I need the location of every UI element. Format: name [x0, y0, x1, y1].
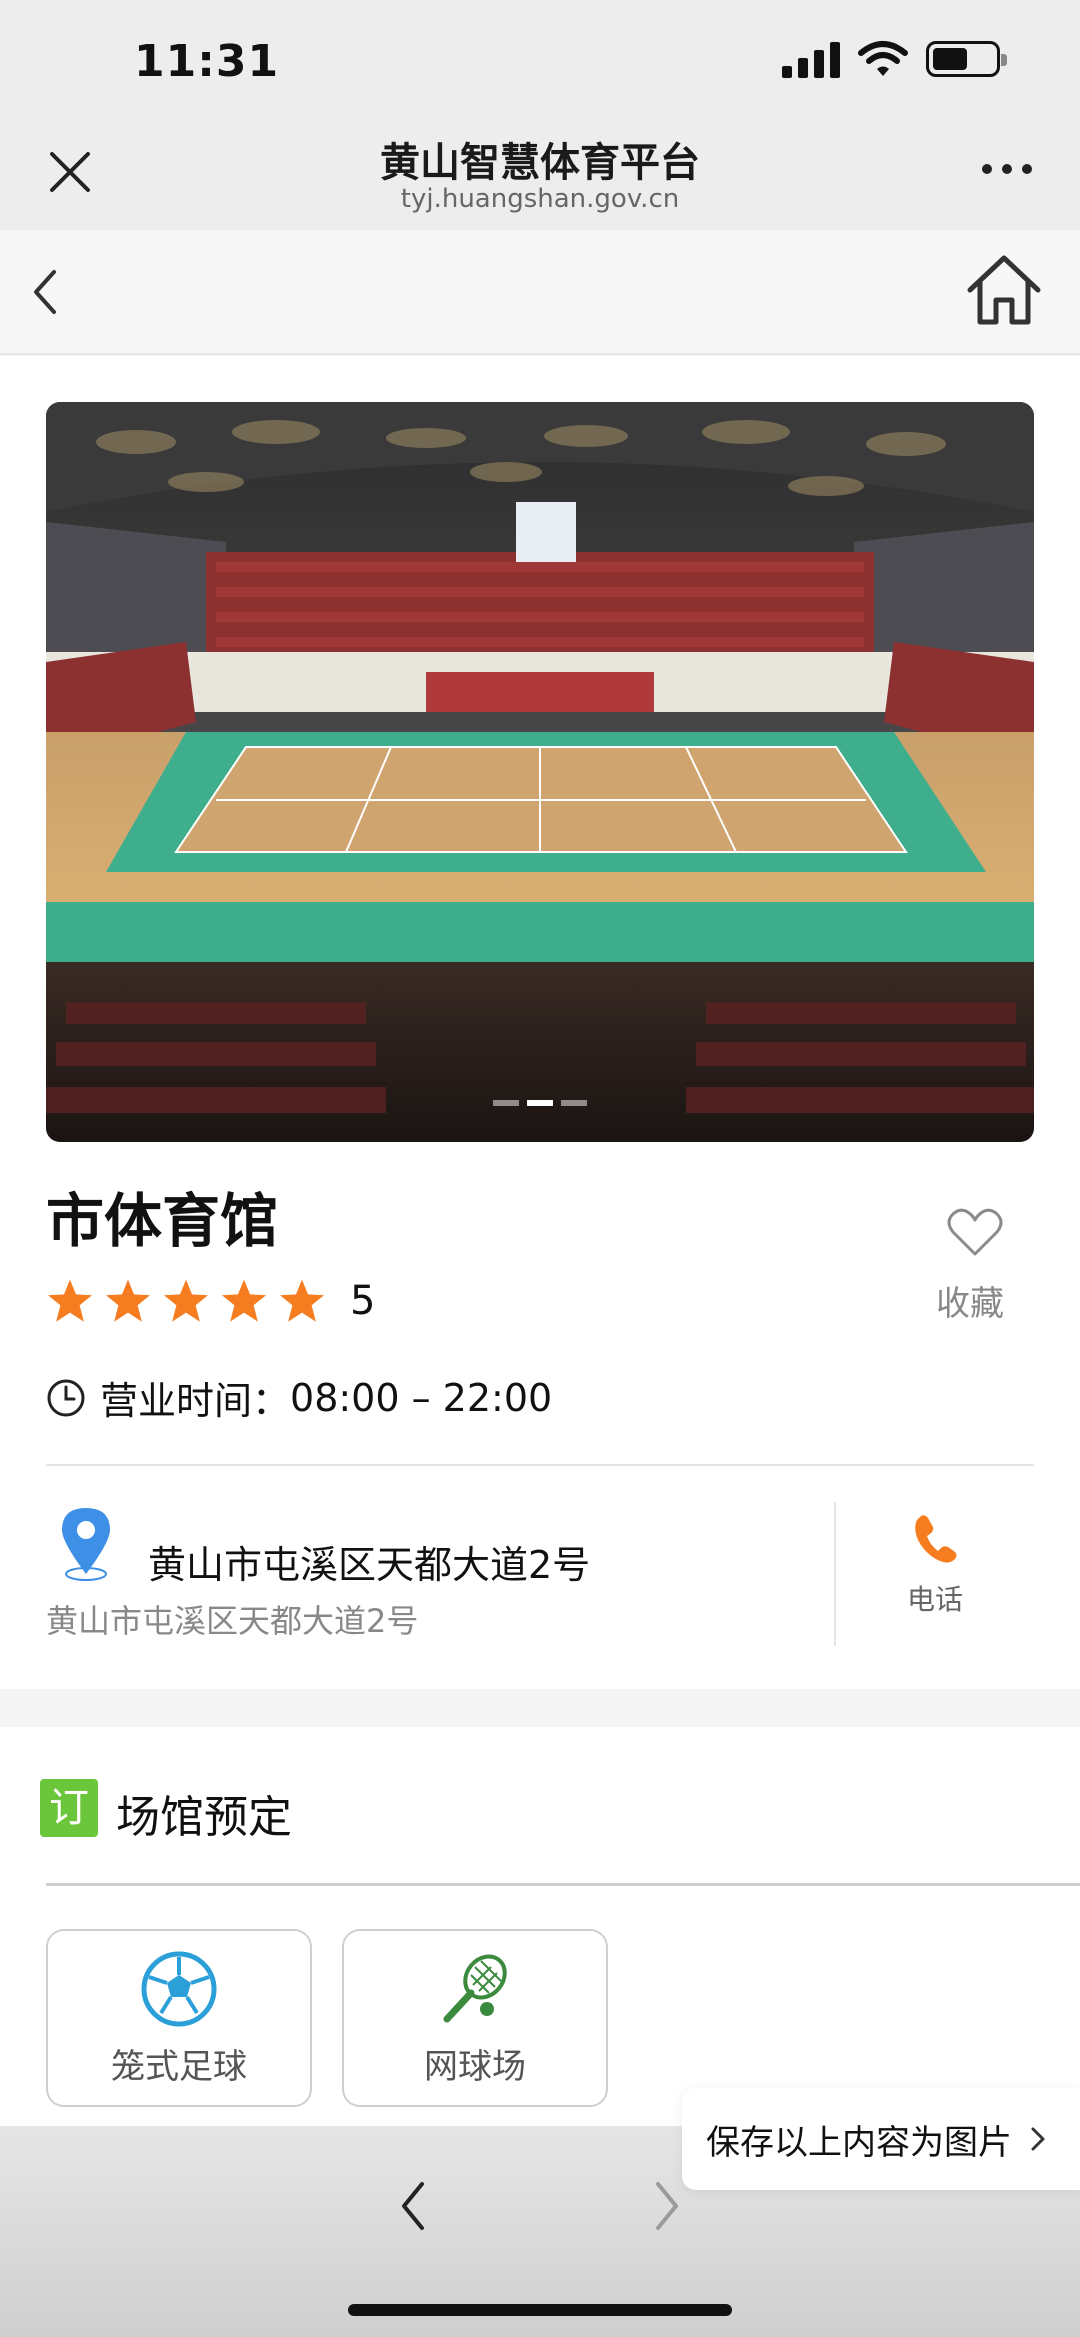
save-as-image-button[interactable]: 保存以上内容为图片: [682, 2088, 1080, 2190]
location-pin-icon[interactable]: [58, 1504, 114, 1582]
page: 11:31 黄山智慧体育平台 tyj.huangshan.gov.cn 市体育馆…: [0, 0, 1080, 2337]
status-bar: 11:31: [0, 0, 1080, 120]
booking-item-cage-soccer[interactable]: 笼式足球: [46, 1929, 312, 2107]
status-time: 11:31: [134, 36, 280, 87]
rating-value: 5: [350, 1278, 376, 1324]
opening-hours: 营业时间： 08:00 – 22:00: [46, 1370, 552, 1425]
star-icon: [164, 1279, 208, 1322]
booking-item-tennis-court[interactable]: 网球场: [342, 1929, 608, 2107]
page-header: [0, 230, 1080, 355]
star-icon: [280, 1279, 324, 1322]
booking-item-label: 笼式足球: [111, 2047, 247, 2087]
battery-icon: [926, 41, 1007, 77]
venue-rating: 5: [46, 1278, 375, 1324]
venue-photo: [46, 402, 1034, 1142]
page-title: 黄山智慧体育平台: [380, 140, 700, 186]
carousel-dot: [493, 1100, 519, 1106]
signal-icon: [782, 40, 840, 78]
back-icon[interactable]: [24, 262, 64, 322]
call-label: 电话: [906, 1583, 963, 1616]
heart-icon: [947, 1208, 1003, 1256]
wifi-icon: [858, 41, 908, 76]
divider: [834, 1502, 836, 1646]
browser-back-icon[interactable]: [398, 2178, 428, 2234]
star-icon: [222, 1279, 266, 1322]
divider: [46, 1883, 1080, 1886]
browser-forward-icon[interactable]: [652, 2178, 682, 2234]
section-gap: [0, 1689, 1080, 1727]
booking-badge: 订: [40, 1779, 98, 1837]
clock-icon: [47, 1379, 85, 1416]
star-icon: [106, 1279, 150, 1322]
venue-booking-section: 订 场馆预定 笼式足球 网球场: [0, 1727, 1080, 2127]
carousel-dot: [561, 1100, 587, 1106]
divider: [46, 1464, 1034, 1466]
booking-item-label: 网球场: [424, 2047, 526, 2087]
chevron-right-icon: [1031, 2127, 1045, 2151]
venue-photo-carousel[interactable]: [46, 402, 1034, 1142]
soccer-ball-icon: [141, 1951, 217, 2027]
carousel-indicator: [46, 1100, 1034, 1106]
phone-icon: [915, 1515, 957, 1563]
status-icons: [782, 40, 1007, 78]
call-button[interactable]: 电话: [860, 1512, 1010, 1618]
home-indicator: [348, 2304, 732, 2316]
booking-title: 场馆预定: [116, 1792, 292, 1843]
star-icon: [48, 1279, 92, 1322]
browser-nav: 黄山智慧体育平台 tyj.huangshan.gov.cn: [0, 120, 1080, 230]
venue-name: 市体育馆: [46, 1187, 279, 1255]
hours-value: 08:00 – 22:00: [290, 1375, 553, 1420]
page-domain: tyj.huangshan.gov.cn: [400, 184, 680, 214]
hours-label: 营业时间：: [100, 1379, 291, 1423]
save-as-image-label: 保存以上内容为图片: [706, 2122, 1012, 2163]
favorite-label: 收藏: [936, 1284, 1004, 1324]
tennis-racket-icon: [443, 1954, 507, 2023]
home-icon[interactable]: [964, 252, 1044, 328]
address-detail: 黄山市屯溪区天都大道2号: [46, 1602, 419, 1640]
more-icon[interactable]: [982, 164, 1032, 174]
carousel-dot-active: [527, 1100, 553, 1106]
address-main[interactable]: 黄山市屯溪区天都大道2号: [148, 1534, 590, 1589]
venue-detail: 市体育馆 5 收藏 营业时间： 08:00 – 22:00 黄山市屯溪区天都大道…: [0, 356, 1080, 1689]
favorite-button[interactable]: 收藏: [930, 1208, 1020, 1325]
